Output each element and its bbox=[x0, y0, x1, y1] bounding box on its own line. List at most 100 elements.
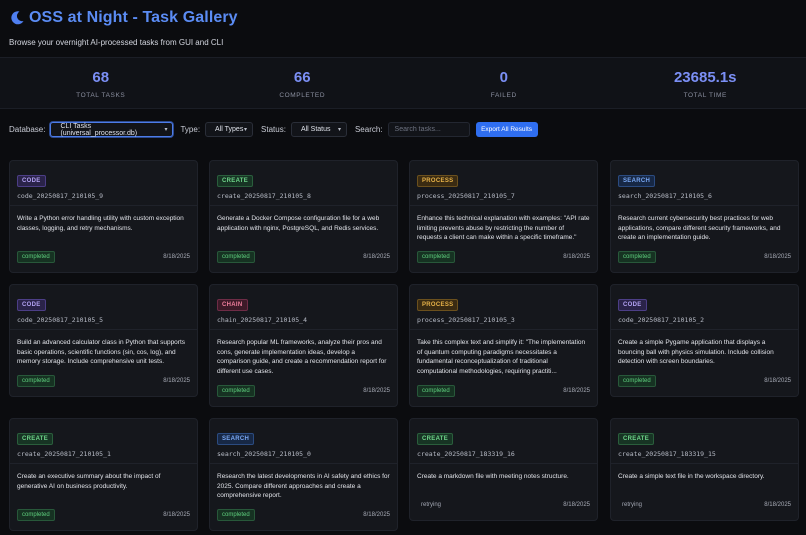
card-header: CHAIN chain_20250817_210105_4 bbox=[210, 285, 397, 330]
database-label: Database: bbox=[9, 125, 46, 134]
page-title: OSS at Night - Task Gallery bbox=[29, 9, 238, 26]
search-input[interactable] bbox=[387, 122, 470, 137]
task-date: 8/18/2025 bbox=[563, 502, 590, 508]
card-footer: completed 8/18/2025 bbox=[217, 385, 390, 397]
card-footer: completed 8/18/2025 bbox=[17, 251, 190, 263]
task-card[interactable]: CHAIN chain_20250817_210105_4 Research p… bbox=[209, 284, 398, 407]
task-date: 8/18/2025 bbox=[563, 254, 590, 260]
task-card[interactable]: PROCESS process_20250817_210105_3 Take t… bbox=[409, 284, 598, 407]
stat-completed: 66 COMPLETED bbox=[202, 58, 404, 108]
type-badge: PROCESS bbox=[417, 299, 459, 311]
stat-label: TOTAL TASKS bbox=[76, 92, 126, 99]
stats-bar: 68 TOTAL TASKS 66 COMPLETED 0 FAILED 236… bbox=[0, 57, 806, 109]
task-card[interactable]: CODE code_20250817_210105_2 Create a sim… bbox=[610, 284, 799, 397]
task-id: code_20250817_210105_2 bbox=[618, 316, 705, 324]
status-select[interactable]: All Status ▾ bbox=[290, 122, 347, 137]
status-badge: completed bbox=[17, 251, 55, 263]
title-row: OSS at Night - Task Gallery bbox=[9, 8, 797, 28]
card-header: SEARCH search_20250817_210105_0 bbox=[210, 419, 397, 464]
status-badge: retrying bbox=[421, 502, 442, 508]
task-description: Enhance this technical explanation with … bbox=[417, 215, 590, 241]
card-footer: retrying 8/18/2025 bbox=[618, 499, 791, 511]
chevron-down-icon: ▾ bbox=[337, 127, 341, 133]
task-id: code_20250817_210105_5 bbox=[17, 316, 104, 324]
page-subtitle: Browse your overnight AI-processed tasks… bbox=[9, 38, 224, 47]
database-select[interactable]: CLI Tasks (universal_processor.db) ▾ bbox=[50, 122, 174, 137]
stat-total-tasks: 68 TOTAL TASKS bbox=[0, 58, 202, 108]
type-badge: CREATE bbox=[417, 433, 454, 445]
task-card[interactable]: SEARCH search_20250817_210105_0 Research… bbox=[209, 418, 398, 531]
task-id: create_20250817_210105_1 bbox=[17, 450, 111, 458]
card-footer: completed 8/18/2025 bbox=[618, 375, 791, 387]
task-description: Research the latest developments in AI s… bbox=[217, 473, 390, 499]
task-id: code_20250817_210105_9 bbox=[17, 192, 104, 200]
chevron-down-icon: ▾ bbox=[244, 127, 248, 133]
task-id: create_20250817_183319_15 bbox=[618, 450, 716, 458]
task-id: process_20250817_210105_7 bbox=[417, 192, 515, 200]
task-date: 8/18/2025 bbox=[163, 254, 190, 260]
type-badge: PROCESS bbox=[417, 175, 459, 187]
task-card[interactable]: CREATE create_20250817_210105_8 Generate… bbox=[209, 160, 398, 273]
task-description: Generate a Docker Compose configuration … bbox=[217, 215, 380, 232]
type-select-value: All Types bbox=[215, 126, 244, 133]
export-all-button[interactable]: Export All Results bbox=[475, 122, 538, 137]
status-badge: retrying bbox=[622, 502, 643, 508]
task-date: 8/18/2025 bbox=[363, 512, 390, 518]
card-header: CREATE create_20250817_210105_8 bbox=[210, 161, 397, 206]
search-label: Search: bbox=[354, 125, 383, 134]
task-card[interactable]: CODE code_20250817_210105_9 Write a Pyth… bbox=[9, 160, 198, 273]
card-footer: completed 8/18/2025 bbox=[618, 251, 791, 263]
card-header: CODE code_20250817_210105_5 bbox=[10, 285, 197, 330]
task-card[interactable]: CREATE create_20250817_210105_1 Create a… bbox=[9, 418, 198, 531]
status-select-value: All Status bbox=[300, 126, 331, 133]
task-description: Create an executive summary about the im… bbox=[17, 473, 161, 490]
card-header: PROCESS process_20250817_210105_7 bbox=[410, 161, 597, 206]
type-select[interactable]: All Types ▾ bbox=[205, 122, 254, 137]
type-badge: CODE bbox=[618, 299, 647, 311]
task-date: 8/18/2025 bbox=[764, 254, 791, 260]
card-header: CREATE create_20250817_210105_1 bbox=[10, 419, 197, 464]
type-badge: CODE bbox=[17, 299, 46, 311]
status-badge: completed bbox=[217, 509, 255, 521]
task-id: process_20250817_210105_3 bbox=[417, 316, 515, 324]
task-description: Create a simple Pygame application that … bbox=[618, 339, 774, 365]
task-card[interactable]: CREATE create_20250817_183319_15 Create … bbox=[610, 418, 799, 521]
task-card[interactable]: CODE code_20250817_210105_5 Build an adv… bbox=[9, 284, 198, 397]
task-card[interactable]: CREATE create_20250817_183319_16 Create … bbox=[409, 418, 598, 521]
card-header: CODE code_20250817_210105_2 bbox=[611, 285, 798, 330]
task-card[interactable]: SEARCH search_20250817_210105_6 Research… bbox=[610, 160, 799, 273]
stat-value: 66 bbox=[293, 69, 311, 86]
card-footer: completed 8/18/2025 bbox=[17, 509, 190, 521]
card-footer: completed 8/18/2025 bbox=[217, 509, 390, 521]
task-id: create_20250817_183319_16 bbox=[417, 450, 515, 458]
task-description: Research current cybersecurity best prac… bbox=[618, 215, 781, 241]
type-badge: SEARCH bbox=[618, 175, 656, 187]
card-footer: retrying 8/18/2025 bbox=[417, 499, 590, 511]
task-date: 8/18/2025 bbox=[563, 388, 590, 394]
task-date: 8/18/2025 bbox=[163, 512, 190, 518]
stat-label: FAILED bbox=[490, 92, 517, 99]
task-card[interactable]: PROCESS process_20250817_210105_7 Enhanc… bbox=[409, 160, 598, 273]
type-badge: CREATE bbox=[618, 433, 655, 445]
database-select-value: CLI Tasks (universal_processor.db) bbox=[60, 122, 138, 137]
status-badge: completed bbox=[618, 375, 656, 387]
type-badge: CHAIN bbox=[217, 299, 248, 311]
card-header: PROCESS process_20250817_210105_3 bbox=[410, 285, 597, 330]
stat-value: 0 bbox=[499, 69, 508, 86]
type-badge: CREATE bbox=[17, 433, 54, 445]
card-footer: completed 8/18/2025 bbox=[217, 251, 390, 263]
type-badge: CODE bbox=[17, 175, 46, 187]
card-header: SEARCH search_20250817_210105_6 bbox=[611, 161, 798, 206]
status-badge: completed bbox=[217, 385, 255, 397]
card-header: CREATE create_20250817_183319_16 bbox=[410, 419, 597, 464]
stat-label: COMPLETED bbox=[279, 92, 326, 99]
task-date: 8/18/2025 bbox=[363, 388, 390, 394]
card-footer: completed 8/18/2025 bbox=[417, 251, 590, 263]
task-description: Build an advanced calculator class in Py… bbox=[17, 339, 186, 365]
task-id: chain_20250817_210105_4 bbox=[217, 316, 308, 324]
card-footer: completed 8/18/2025 bbox=[17, 375, 190, 387]
stat-value: 68 bbox=[92, 69, 110, 86]
task-date: 8/18/2025 bbox=[363, 254, 390, 260]
stat-value: 23685.1s bbox=[673, 69, 737, 86]
card-header: CODE code_20250817_210105_9 bbox=[10, 161, 197, 206]
